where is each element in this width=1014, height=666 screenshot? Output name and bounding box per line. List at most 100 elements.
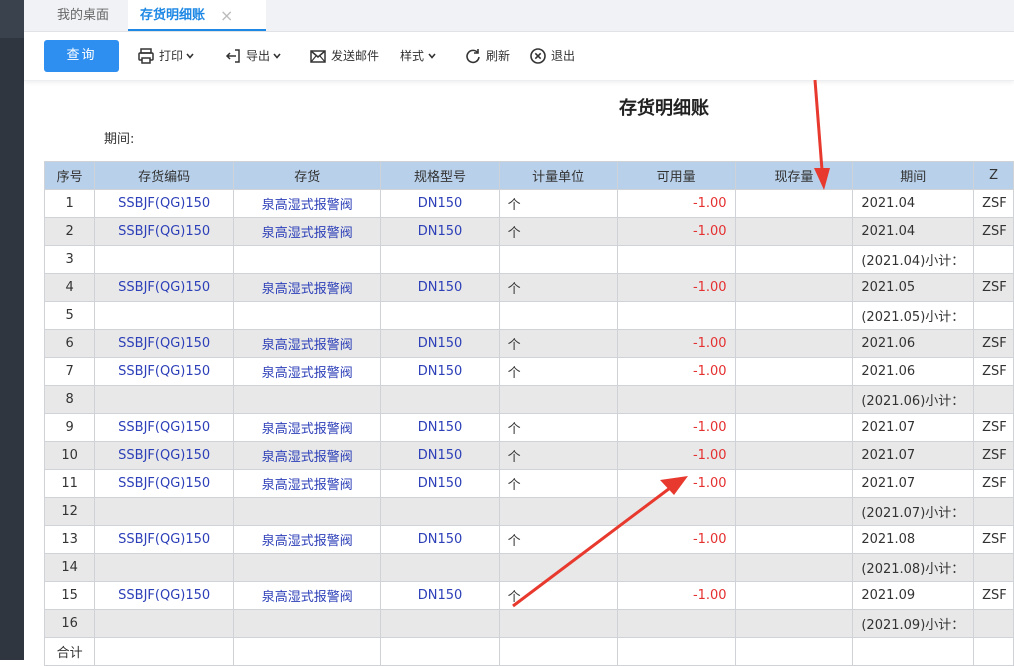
cell-available[interactable] <box>616 637 736 666</box>
cell-spec[interactable] <box>380 553 500 582</box>
cell-stock[interactable] <box>734 413 854 442</box>
cell-item[interactable]: 泉高湿式报警阀 <box>233 273 382 302</box>
cell-stock[interactable] <box>734 469 854 498</box>
export-button[interactable]: 导出 <box>224 44 286 68</box>
cell-code[interactable] <box>94 609 235 638</box>
cell-extra[interactable]: ZSF <box>973 273 1014 302</box>
cell-spec[interactable]: DN150 <box>380 441 500 470</box>
cell-extra[interactable]: ZSF <box>973 581 1014 610</box>
cell-extra[interactable]: ZSF <box>973 469 1014 498</box>
cell-available[interactable] <box>616 385 736 414</box>
cell-index[interactable]: 5 <box>43 301 96 330</box>
table-row[interactable]: 2 SSBJF(QG)150 泉高湿式报警阀 DN150 个 -1.00 2021.04 ZS… <box>43 217 1014 246</box>
cell-unit[interactable] <box>498 553 618 582</box>
cell-index[interactable]: 16 <box>43 609 96 638</box>
cell-index[interactable]: 8 <box>43 385 96 414</box>
table-row[interactable]: 合计 <box>43 637 1014 666</box>
cell-code[interactable]: SSBJF(QG)150 <box>94 469 235 498</box>
cell-index[interactable]: 10 <box>43 441 96 470</box>
col-header-code[interactable]: 存货编码 <box>94 161 235 190</box>
cell-unit[interactable] <box>498 637 618 666</box>
cell-available[interactable]: -1.00 <box>616 217 736 246</box>
cell-extra[interactable] <box>973 301 1014 330</box>
cell-spec[interactable] <box>380 609 500 638</box>
table-row[interactable]: 1 SSBJF(QG)150 泉高湿式报警阀 DN150 个 -1.00 2021.04 ZS… <box>43 189 1014 218</box>
col-header-index[interactable]: 序号 <box>43 161 96 190</box>
cell-period[interactable]: 2021.07 <box>852 413 975 442</box>
cell-item[interactable]: 泉高湿式报警阀 <box>233 525 382 554</box>
cell-unit[interactable]: 个 <box>498 581 618 610</box>
cell-unit[interactable] <box>498 385 618 414</box>
cell-spec[interactable]: DN150 <box>380 189 500 218</box>
cell-extra[interactable] <box>973 385 1014 414</box>
table-row[interactable]: 9 SSBJF(QG)150 泉高湿式报警阀 DN150 个 -1.00 2021.07 ZS… <box>43 413 1014 442</box>
cell-index[interactable]: 14 <box>43 553 96 582</box>
cell-item[interactable] <box>233 637 382 666</box>
cell-unit[interactable] <box>498 609 618 638</box>
cell-index[interactable]: 7 <box>43 357 96 386</box>
cell-code[interactable] <box>94 245 235 274</box>
cell-code[interactable] <box>94 637 235 666</box>
query-button[interactable]: 查询 <box>44 40 119 72</box>
cell-available[interactable]: -1.00 <box>616 273 736 302</box>
cell-code[interactable]: SSBJF(QG)150 <box>94 329 235 358</box>
cell-code[interactable]: SSBJF(QG)150 <box>94 217 235 246</box>
cell-unit[interactable] <box>498 497 618 526</box>
cell-available[interactable]: -1.00 <box>616 525 736 554</box>
cell-period[interactable]: 2021.09 <box>852 581 975 610</box>
cell-stock[interactable] <box>734 637 854 666</box>
cell-stock[interactable] <box>734 385 854 414</box>
cell-unit[interactable]: 个 <box>498 441 618 470</box>
cell-available[interactable]: -1.00 <box>616 329 736 358</box>
cell-code[interactable]: SSBJF(QG)150 <box>94 581 235 610</box>
cell-spec[interactable]: DN150 <box>380 273 500 302</box>
cell-item[interactable]: 泉高湿式报警阀 <box>233 217 382 246</box>
col-header-available[interactable]: 可用量 <box>616 161 736 190</box>
cell-item[interactable] <box>233 385 382 414</box>
cell-item[interactable] <box>233 301 382 330</box>
col-header-item[interactable]: 存货 <box>233 161 382 190</box>
cell-item[interactable]: 泉高湿式报警阀 <box>233 189 382 218</box>
cell-code[interactable]: SSBJF(QG)150 <box>94 441 235 470</box>
table-row[interactable]: 10 SSBJF(QG)150 泉高湿式报警阀 DN150 个 -1.00 2021.07 Z… <box>43 441 1014 470</box>
cell-stock[interactable] <box>734 357 854 386</box>
cell-code[interactable] <box>94 385 235 414</box>
cell-available[interactable]: -1.00 <box>616 189 736 218</box>
cell-unit[interactable]: 个 <box>498 357 618 386</box>
cell-stock[interactable] <box>734 609 854 638</box>
cell-extra[interactable]: ZSF <box>973 217 1014 246</box>
cell-unit[interactable] <box>498 301 618 330</box>
cell-extra[interactable] <box>973 497 1014 526</box>
cell-unit[interactable]: 个 <box>498 189 618 218</box>
table-row[interactable]: 6 SSBJF(QG)150 泉高湿式报警阀 DN150 个 -1.00 2021.06 ZS… <box>43 329 1014 358</box>
cell-code[interactable]: SSBJF(QG)150 <box>94 357 235 386</box>
cell-item[interactable] <box>233 609 382 638</box>
cell-extra[interactable]: ZSF <box>973 189 1014 218</box>
cell-unit[interactable]: 个 <box>498 413 618 442</box>
cell-extra[interactable]: ZSF <box>973 441 1014 470</box>
cell-extra[interactable]: ZSF <box>973 413 1014 442</box>
cell-code[interactable]: SSBJF(QG)150 <box>94 413 235 442</box>
table-row[interactable]: 14 (2021.08)小计： <box>43 553 1014 582</box>
table-row[interactable]: 3 (2021.04)小计： <box>43 245 1014 274</box>
cell-period[interactable]: 2021.07 <box>852 469 975 498</box>
cell-available[interactable]: -1.00 <box>616 413 736 442</box>
cell-index[interactable]: 合计 <box>43 637 96 666</box>
print-button[interactable]: 打印 <box>137 44 199 68</box>
cell-stock[interactable] <box>734 189 854 218</box>
cell-index[interactable]: 13 <box>43 525 96 554</box>
cell-extra[interactable]: ZSF <box>973 357 1014 386</box>
cell-extra[interactable]: ZSF <box>973 525 1014 554</box>
cell-spec[interactable]: DN150 <box>380 357 500 386</box>
cell-spec[interactable]: DN150 <box>380 581 500 610</box>
cell-unit[interactable]: 个 <box>498 217 618 246</box>
cell-spec[interactable] <box>380 385 500 414</box>
cell-extra[interactable] <box>973 245 1014 274</box>
cell-stock[interactable] <box>734 497 854 526</box>
table-row[interactable]: 16 (2021.09)小计： <box>43 609 1014 638</box>
cell-index[interactable]: 12 <box>43 497 96 526</box>
cell-spec[interactable]: DN150 <box>380 413 500 442</box>
cell-spec[interactable]: DN150 <box>380 217 500 246</box>
cell-available[interactable]: -1.00 <box>616 469 736 498</box>
cell-item[interactable]: 泉高湿式报警阀 <box>233 469 382 498</box>
